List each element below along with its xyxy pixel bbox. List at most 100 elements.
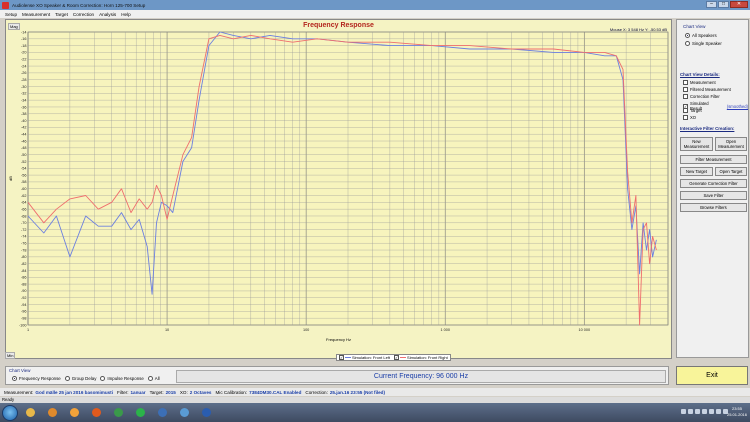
x-tick-label: 1 [27,328,29,332]
menu-help[interactable]: Help [121,12,130,17]
open-measurement-button[interactable]: Open Measurement [715,137,747,151]
filter-creation-heading: Interactive Filter Creation: [680,126,735,131]
frequency-response-plot[interactable]: Mag Frequency Response Mouse X: 3 548 Hz… [5,19,672,361]
impulse-response-radio[interactable] [100,376,106,381]
y-tick-label: -62 [21,194,27,198]
y-tick-label: -34 [21,98,27,102]
filter-label: Filter: [117,389,129,395]
app-icon [2,1,9,9]
detail-measurement[interactable]: Measurement [683,80,716,85]
detail-target-checkbox[interactable] [683,108,688,113]
tray-icon[interactable] [702,409,707,414]
min-tab[interactable]: Min [5,352,16,359]
legend-checkbox-right[interactable]: ✓ [394,355,400,360]
open-target-button[interactable]: Open Target [715,167,747,176]
all-radio[interactable] [147,376,153,381]
group-delay-label[interactable]: Group Delay [72,376,97,381]
single-speaker-radio[interactable] [685,41,690,46]
taskbar-app-firefox-icon[interactable] [86,405,106,421]
exit-button[interactable]: Exit [676,366,748,385]
new-target-button[interactable]: New Target [680,167,713,176]
group-delay-radio[interactable] [64,376,70,381]
y-tick-label: -94 [21,303,27,307]
maximize-button[interactable]: □ [718,1,729,8]
taskbar-app-app-icon[interactable] [152,405,172,421]
all-speakers-option[interactable]: All Speakers [685,33,717,38]
legend-item-right[interactable]: ✓ Simulation: Front Right [394,355,448,360]
new-measurement-button[interactable]: New Measurement [680,137,713,151]
taskbar-app-spotify-icon[interactable] [130,405,150,421]
status-line: Measurement: God mälle 25 jan 2016 basom… [0,388,750,396]
taskbar-app-word-icon[interactable] [196,405,216,421]
single-speaker-label: Single Speaker [692,41,722,46]
detail-filtered-measurement[interactable]: Filtered Measurement [683,87,731,92]
detail-correction-filter[interactable]: Correction Filter [683,94,720,99]
detail-xo-checkbox[interactable] [683,115,688,120]
legend-checkbox-left[interactable]: ✓ [339,355,344,360]
chart-svg[interactable]: -14 -16 -18 -20 -22 -24 -26 -28 -30 -32 -34 -36 -38 -… [6,20,671,358]
y-tick-label: -84 [21,269,27,273]
filter-value: 1anuar [130,389,146,395]
smoothed-link[interactable]: (smoothed) [727,104,748,109]
xo-value: 2 Octaves [189,389,212,395]
menu-correction[interactable]: Correction [73,12,94,17]
y-tick-label: -28 [21,78,27,82]
tray-icon[interactable] [716,409,721,414]
window-title: Audiolense XO Speaker & Room Correction:… [12,2,146,8]
tray-icon[interactable] [688,409,693,414]
xo-label: XO: [179,389,188,395]
legend-item-left[interactable]: ✓ Simulation: Front Left [339,355,390,360]
y-tick-label: -76 [21,242,27,246]
taskbar-app-glyph [113,408,123,417]
menu-measurement[interactable]: Measurement [22,12,50,17]
taskbar-app-glyph [91,408,101,417]
y-tick-label: -86 [21,276,27,280]
menu-target[interactable]: Target [55,12,68,17]
y-tick-label: -18 [21,44,27,48]
impulse-response-label[interactable]: Impulse Response [107,376,143,381]
detail-target[interactable]: Target [683,108,702,113]
tray-icon[interactable] [709,409,714,414]
taskbar-app-glyph [69,408,79,417]
legend-label-left: Simulation: Front Left [352,355,391,360]
measurement-label: Measurement: [4,389,34,395]
y-tick-label: -78 [21,248,27,252]
taskbar-app-player-icon[interactable] [64,405,84,421]
y-tick-label: -38 [21,112,27,116]
all-speakers-radio[interactable] [685,33,690,38]
taskbar-app-audiolense-icon[interactable] [174,405,194,421]
frequency-response-radio[interactable] [12,376,17,381]
taskbar: 23:55 25.01.2016 [0,403,750,422]
legend-swatch-left [345,357,351,358]
taskbar-app-explorer-icon[interactable] [20,405,40,421]
detail-filtered-measurement-checkbox[interactable] [683,87,688,92]
all-label[interactable]: All [155,376,160,381]
menu-analysis[interactable]: Analysis [99,12,116,17]
detail-measurement-checkbox[interactable] [683,80,688,85]
y-tick-label: -50 [21,153,27,157]
tray-icon[interactable] [695,409,700,414]
save-filter-button[interactable]: Save Filter [680,191,747,200]
taskbar-app-chrome-icon[interactable] [108,405,128,421]
frequency-response-label[interactable]: Frequency Response [19,376,61,381]
minimize-button[interactable]: – [706,1,717,8]
taskbar-app-glyph [135,408,145,417]
taskbar-app-glyph [25,408,35,417]
window-controls: – □ ✕ [706,1,748,8]
detail-xo[interactable]: XO [683,115,696,120]
taskbar-app-media-icon[interactable] [42,405,62,421]
single-speaker-option[interactable]: Single Speaker [685,41,722,46]
y-tick-label: -100 [19,323,27,327]
y-tick-label: -16 [21,37,27,41]
taskbar-clock[interactable]: 23:55 25.01.2016 [727,406,747,418]
menu-setup[interactable]: Setup [5,12,17,17]
y-tick-label: -92 [21,296,27,300]
mic-calibration-value: 7384DM30.CAL Enabled [249,389,302,395]
detail-correction-filter-checkbox[interactable] [683,94,688,99]
close-button[interactable]: ✕ [730,1,748,8]
start-button[interactable] [2,404,18,421]
browse-filters-button[interactable]: Browse Filters [680,203,747,212]
tray-icon[interactable] [681,409,686,414]
filter-measurement-button[interactable]: Filter Measurement [680,155,747,164]
generate-correction-filter-button[interactable]: Generate Correction Filter [680,179,747,188]
